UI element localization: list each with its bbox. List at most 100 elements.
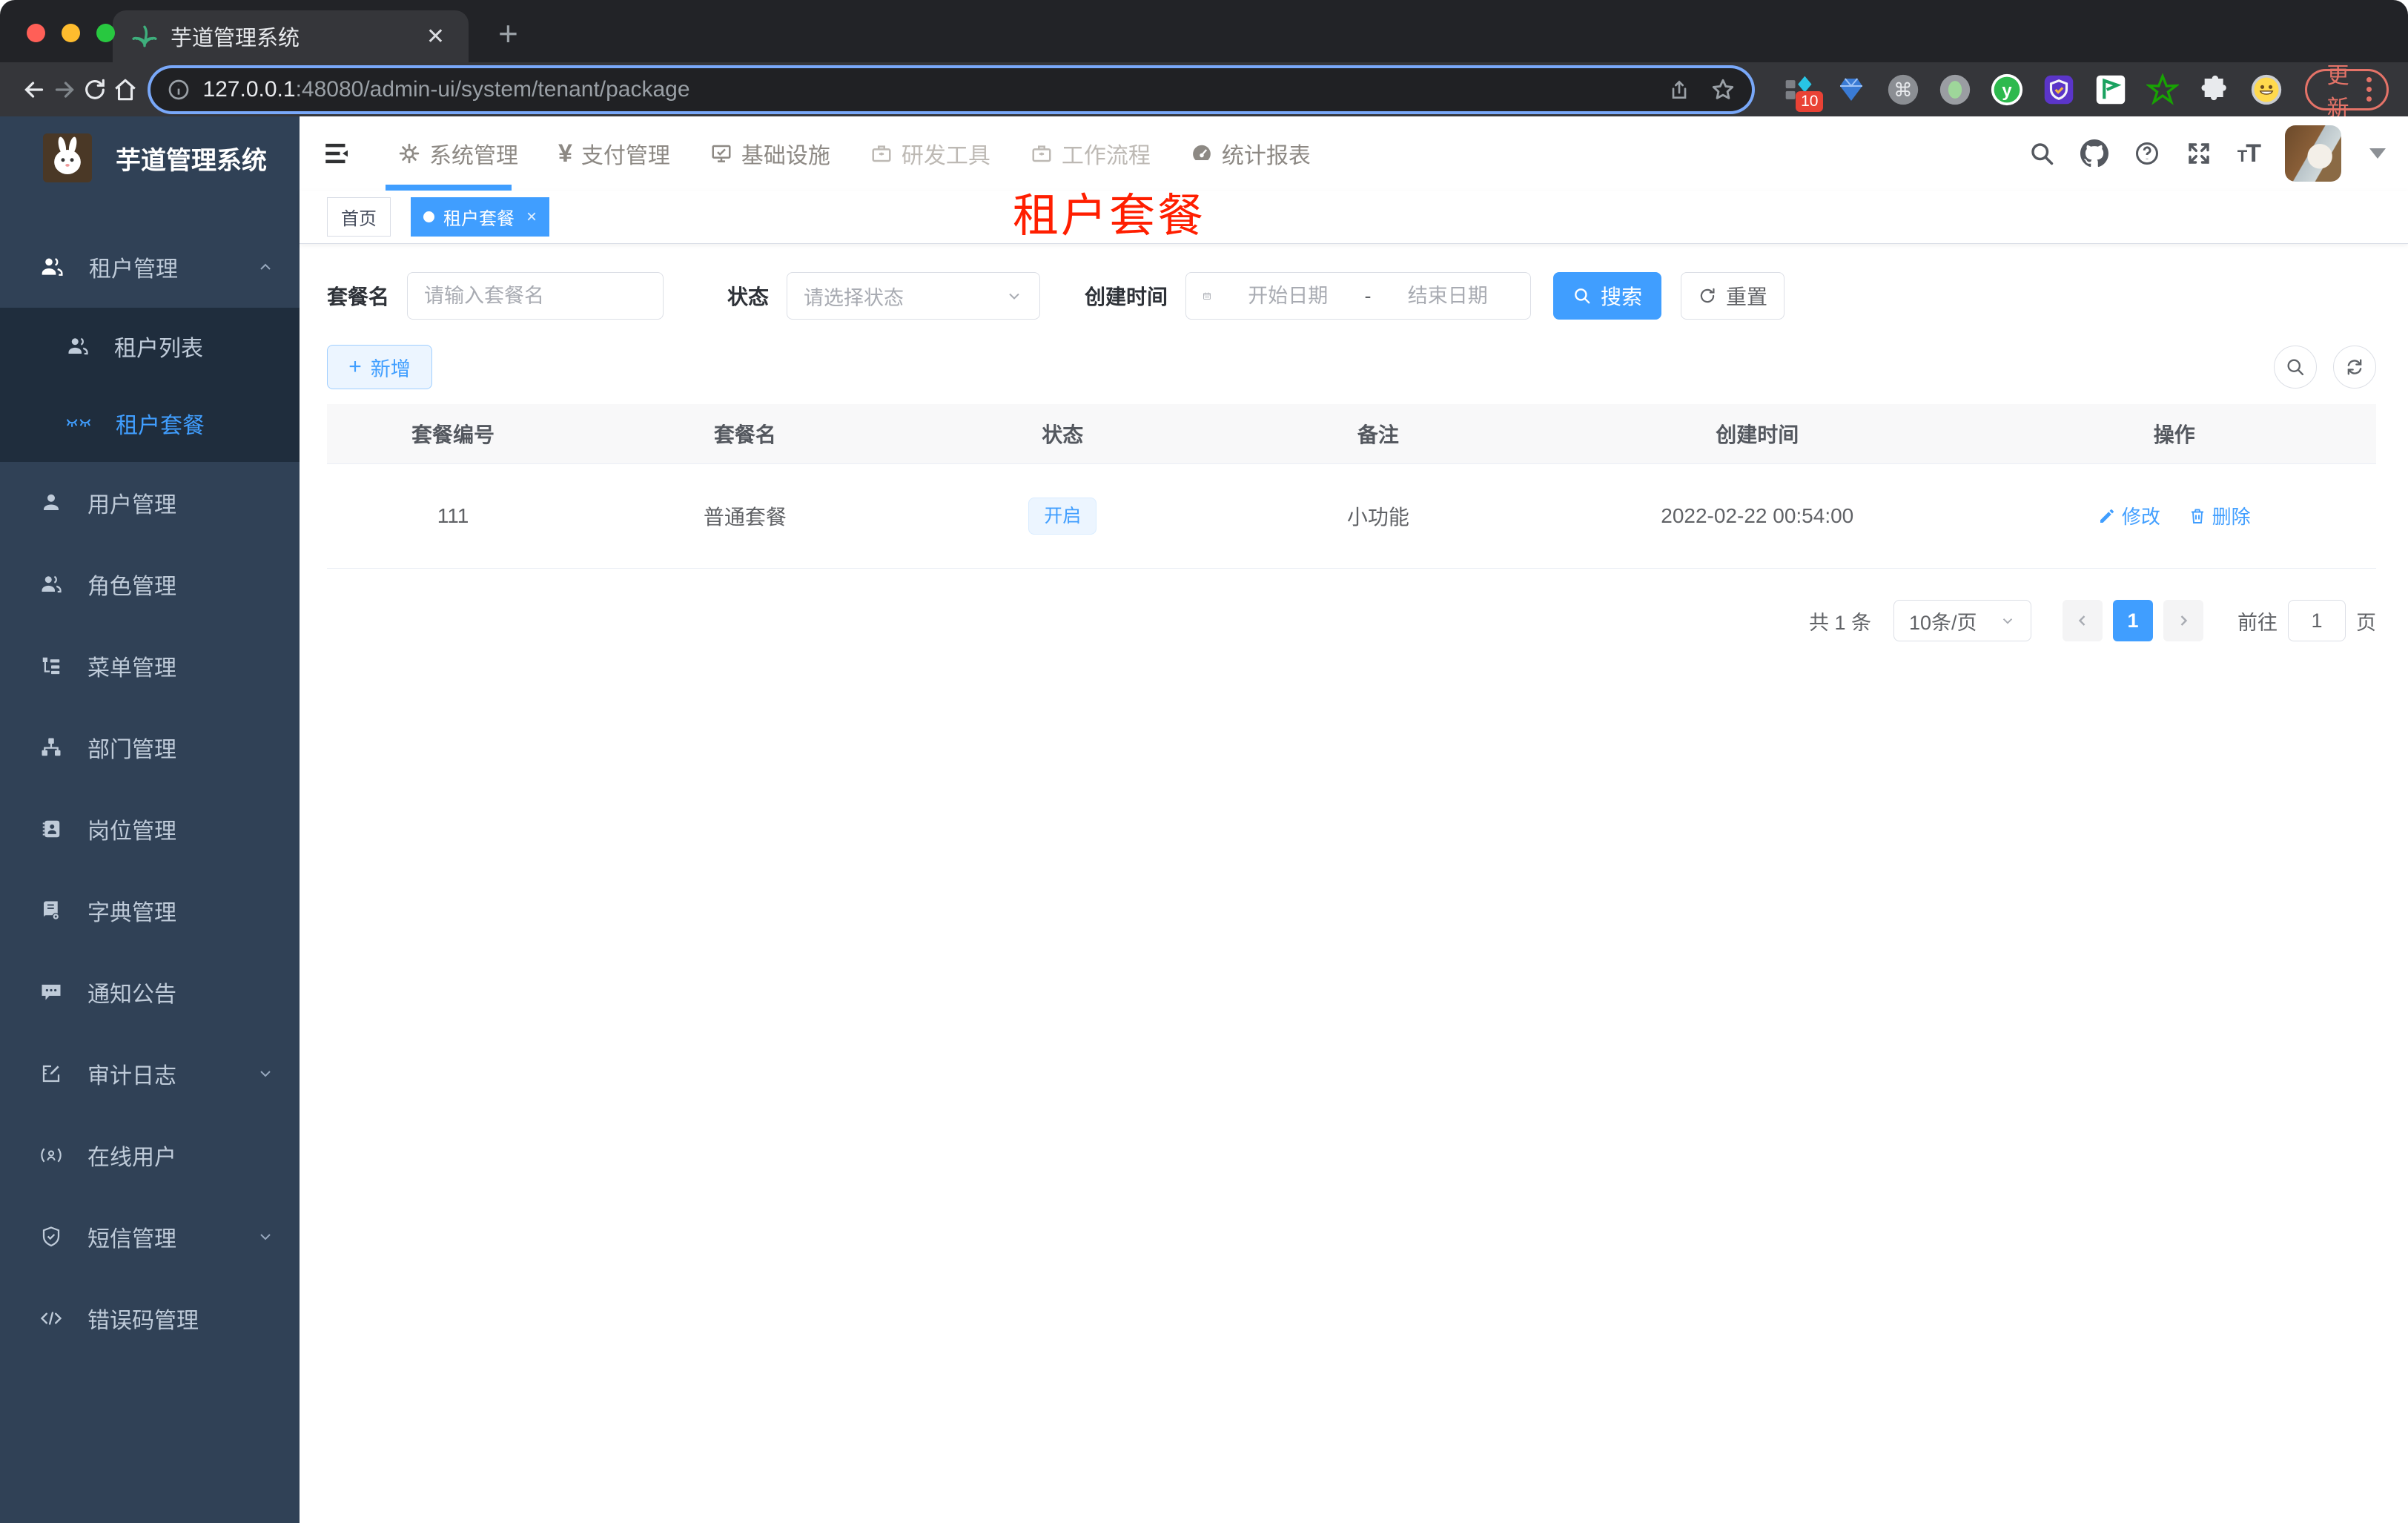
page-size-select[interactable]: 10条/页 (1893, 600, 2031, 641)
top-menu-report[interactable]: 统计报表 (1171, 116, 1331, 191)
cell-remark: 小功能 (1214, 463, 1543, 569)
back-icon[interactable] (19, 69, 50, 110)
sidebar-collapse-icon[interactable] (322, 138, 353, 169)
favicon-leaf-icon (132, 24, 157, 49)
sidebar-item-tenant-management[interactable]: 租户管理 (0, 226, 300, 308)
top-menu-workflow[interactable]: 工作流程 (1010, 116, 1171, 191)
tag-close-icon[interactable]: × (526, 207, 537, 228)
package-table: 套餐编号 套餐名 状态 备注 创建时间 操作 111 普通套餐 开启 小功能 2… (327, 404, 2376, 569)
extension-gem-icon[interactable] (1835, 73, 1868, 106)
sidebar-item-online-users[interactable]: 在线用户 (0, 1114, 300, 1196)
new-tab-button[interactable]: + (498, 13, 518, 53)
help-icon[interactable] (2134, 140, 2160, 167)
package-name-input[interactable] (407, 272, 664, 320)
font-size-icon[interactable]: TT (2237, 139, 2261, 168)
col-package-name: 套餐名 (578, 404, 911, 464)
minimize-window-button[interactable] (62, 24, 80, 42)
search-icon (2287, 359, 2304, 376)
browser-tab[interactable]: 芋道管理系统 ✕ (113, 10, 469, 62)
extension-axure-icon[interactable]: 10 (1783, 73, 1824, 112)
fullscreen-icon[interactable] (2186, 140, 2212, 167)
sidebar-item-role-management[interactable]: 角色管理 (0, 544, 300, 625)
col-created: 创建时间 (1542, 404, 1973, 464)
sidebar-item-tenant-package[interactable]: 租户套餐 (0, 385, 300, 462)
bookmark-star-icon[interactable] (1710, 77, 1736, 102)
next-page-button[interactable] (2163, 600, 2203, 641)
status-select[interactable]: 请选择状态 (787, 272, 1041, 320)
refresh-table-button[interactable] (2333, 346, 2376, 389)
extension-flag-icon[interactable] (2094, 73, 2127, 106)
start-date-input[interactable] (1221, 284, 1354, 308)
page-number-button[interactable]: 1 (2113, 600, 2153, 641)
end-date-input[interactable] (1381, 284, 1515, 308)
extensions-area: 10 ⌘ y (1783, 73, 2283, 112)
top-menu-payment[interactable]: ¥ 支付管理 (538, 116, 690, 191)
col-package-id: 套餐编号 (327, 404, 579, 464)
cell-status: 开启 (910, 463, 1214, 569)
table-row: 111 普通套餐 开启 小功能 2022-02-22 00:54:00 修改 删… (327, 463, 2376, 569)
sidebar-item-notice[interactable]: 通知公告 (0, 951, 300, 1033)
extension-shield-icon[interactable] (2042, 73, 2075, 106)
browser-menu-kebab-icon[interactable] (2366, 77, 2372, 102)
package-name-label: 套餐名 (327, 285, 390, 308)
forward-icon[interactable] (50, 69, 80, 110)
tab-title: 芋道管理系统 (171, 27, 300, 50)
extension-command-icon[interactable]: ⌘ (1887, 73, 1919, 106)
user-avatar[interactable] (2285, 125, 2341, 182)
search-icon[interactable] (2028, 140, 2055, 167)
close-window-button[interactable] (27, 24, 45, 42)
date-range-picker[interactable]: - (1185, 272, 1532, 320)
top-menu-dev-tools[interactable]: 研发工具 (850, 116, 1010, 191)
reset-button[interactable]: 重置 (1681, 272, 1785, 320)
url-bar[interactable]: 127.0.0.1:48080/admin-ui/system/tenant/p… (150, 67, 1753, 111)
col-status: 状态 (910, 404, 1214, 464)
site-info-icon[interactable] (167, 78, 191, 102)
sidebar-item-error-code[interactable]: 错误码管理 (0, 1278, 300, 1359)
sidebar-item-tenant-list[interactable]: 租户列表 (0, 308, 300, 385)
tag-tenant-package[interactable]: 租户套餐 × (411, 197, 550, 237)
tab-close-icon[interactable]: ✕ (422, 24, 449, 50)
add-button[interactable]: + 新增 (327, 345, 432, 389)
share-icon[interactable] (1667, 78, 1691, 102)
prev-page-button[interactable] (2063, 600, 2103, 641)
window-controls[interactable] (27, 24, 115, 42)
status-label: 状态 (727, 285, 770, 308)
total-count: 共 1 条 (1808, 611, 1871, 634)
search-icon (1575, 288, 1590, 304)
sidebar-logo[interactable]: 芋道管理系统 (0, 116, 300, 199)
sidebar-item-user-management[interactable]: 用户管理 (0, 462, 300, 544)
code-icon (40, 1312, 62, 1325)
home-icon[interactable] (110, 69, 141, 110)
users-icon (42, 258, 63, 276)
maximize-window-button[interactable] (96, 24, 115, 42)
update-label: 更新 (2326, 63, 2349, 121)
sidebar-item-menu-management[interactable]: 菜单管理 (0, 625, 300, 707)
browser-toolbar: 127.0.0.1:48080/admin-ui/system/tenant/p… (0, 62, 2408, 121)
extension-star-icon[interactable] (2146, 73, 2180, 106)
search-button[interactable]: 搜索 (1553, 272, 1662, 320)
calendar-icon (1203, 292, 1211, 300)
caret-down-icon[interactable] (2369, 148, 2386, 159)
toggle-search-button[interactable] (2274, 346, 2317, 389)
pagination: 共 1 条 10条/页 1 前往 页 (327, 600, 2376, 641)
extension-emoji-icon[interactable] (2250, 73, 2283, 106)
sidebar-item-sms-management[interactable]: 短信管理 (0, 1196, 300, 1278)
github-icon[interactable] (2080, 139, 2108, 168)
sidebar-item-audit-log[interactable]: 审计日志 (0, 1033, 300, 1114)
sidebar-item-dict-management[interactable]: 字典管理 (0, 870, 300, 951)
edit-link[interactable]: 修改 (2098, 502, 2160, 529)
dictionary-icon (44, 901, 60, 921)
browser-update-button[interactable]: 更新 (2305, 64, 2389, 121)
extension-puzzle-icon[interactable] (2198, 73, 2231, 106)
sidebar-item-dept-management[interactable]: 部门管理 (0, 707, 300, 788)
sidebar-item-post-management[interactable]: 岗位管理 (0, 788, 300, 870)
extension-y-green-icon[interactable]: y (1991, 73, 2023, 106)
goto-page-input[interactable] (2288, 600, 2346, 641)
extension-gray-dot-icon[interactable] (1939, 73, 1971, 106)
delete-link[interactable]: 删除 (2189, 502, 2251, 529)
reload-icon[interactable] (80, 69, 110, 110)
loading-progress-bar (386, 185, 512, 191)
top-menu-system[interactable]: 系统管理 (378, 116, 538, 191)
tag-home[interactable]: 首页 (327, 197, 391, 237)
top-menu-infra[interactable]: 基础设施 (690, 116, 850, 191)
